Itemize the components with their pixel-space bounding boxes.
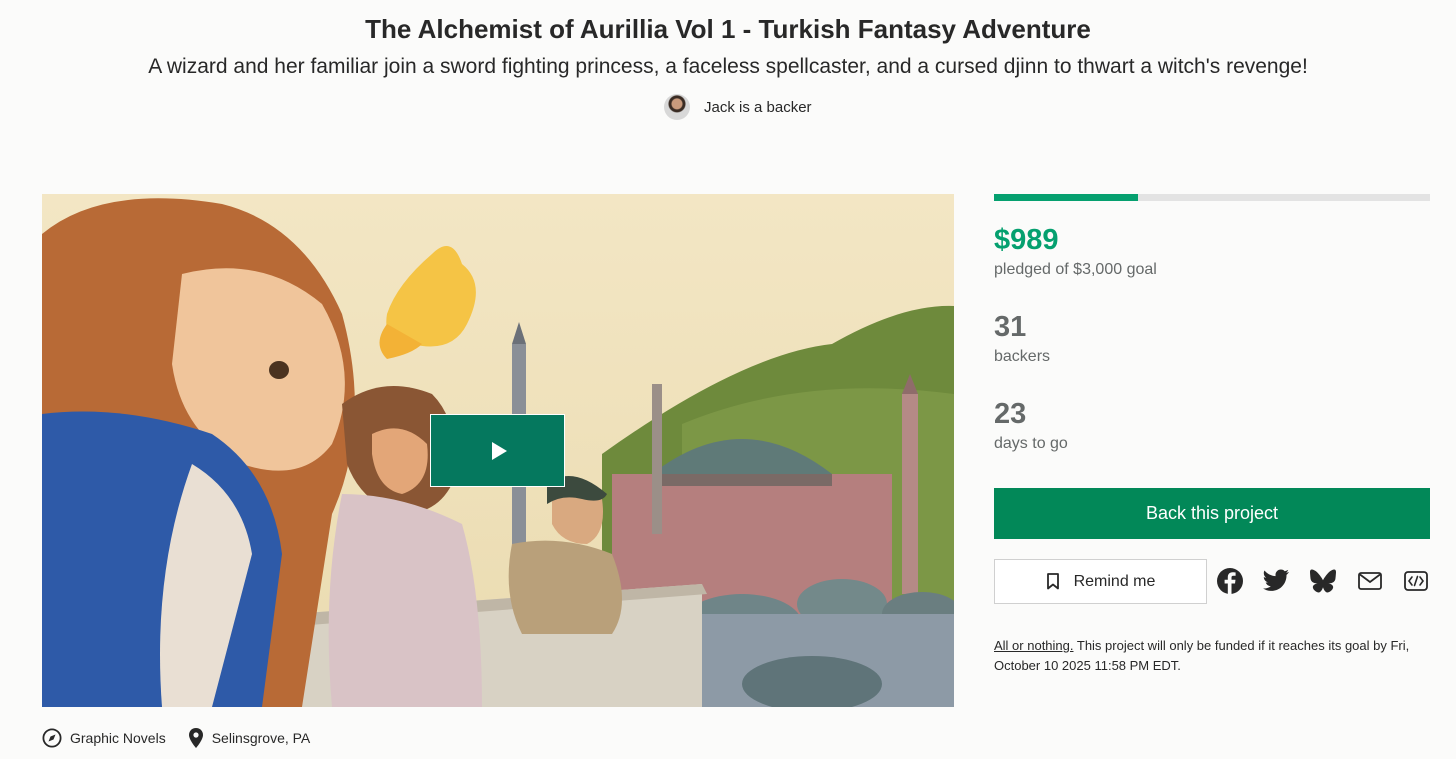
category-link[interactable]: Graphic Novels [42, 728, 166, 748]
funding-terms: All or nothing. This project will only b… [994, 636, 1434, 676]
remind-me-label: Remind me [1073, 572, 1156, 590]
days-label: days to go [994, 435, 1068, 452]
location-label: Selinsgrove, PA [211, 730, 311, 746]
avatar[interactable] [664, 94, 690, 120]
bookmark-icon [1046, 573, 1059, 590]
compass-icon [42, 728, 62, 748]
all-or-nothing-link[interactable]: All or nothing. [994, 638, 1074, 653]
remind-me-button[interactable]: Remind me [994, 559, 1207, 604]
back-project-label: Back this project [1145, 503, 1279, 523]
embed-icon[interactable] [1402, 567, 1430, 595]
backer-note-label: Jack is a backer [704, 98, 812, 116]
project-meta: Graphic Novels Selinsgrove, PA [42, 726, 332, 750]
play-icon [492, 441, 507, 460]
backers-label: backers [994, 348, 1051, 365]
funding-progress-fill [994, 194, 1138, 201]
backers-count: 31 [994, 311, 1027, 343]
location-link[interactable]: Selinsgrove, PA [188, 727, 311, 749]
pledged-amount: $989 [994, 224, 1059, 256]
funding-progress-bar [994, 194, 1430, 201]
email-icon[interactable] [1356, 567, 1384, 595]
back-project-button[interactable]: Back this project [994, 488, 1430, 539]
backer-note[interactable]: Jack is a backer [664, 94, 812, 120]
location-pin-icon [188, 728, 203, 748]
twitter-icon[interactable] [1262, 567, 1290, 595]
play-video-button[interactable] [430, 414, 565, 487]
days-count: 23 [994, 398, 1027, 430]
bluesky-icon[interactable] [1309, 567, 1337, 595]
project-blurb: A wizard and her familiar join a sword f… [148, 55, 1308, 78]
facebook-icon[interactable] [1216, 567, 1244, 595]
category-label: Graphic Novels [70, 730, 166, 746]
pledged-goal-label: pledged of $3,000 goal [994, 261, 1157, 278]
project-title: The Alchemist of Aurillia Vol 1 - Turkis… [365, 14, 1091, 44]
